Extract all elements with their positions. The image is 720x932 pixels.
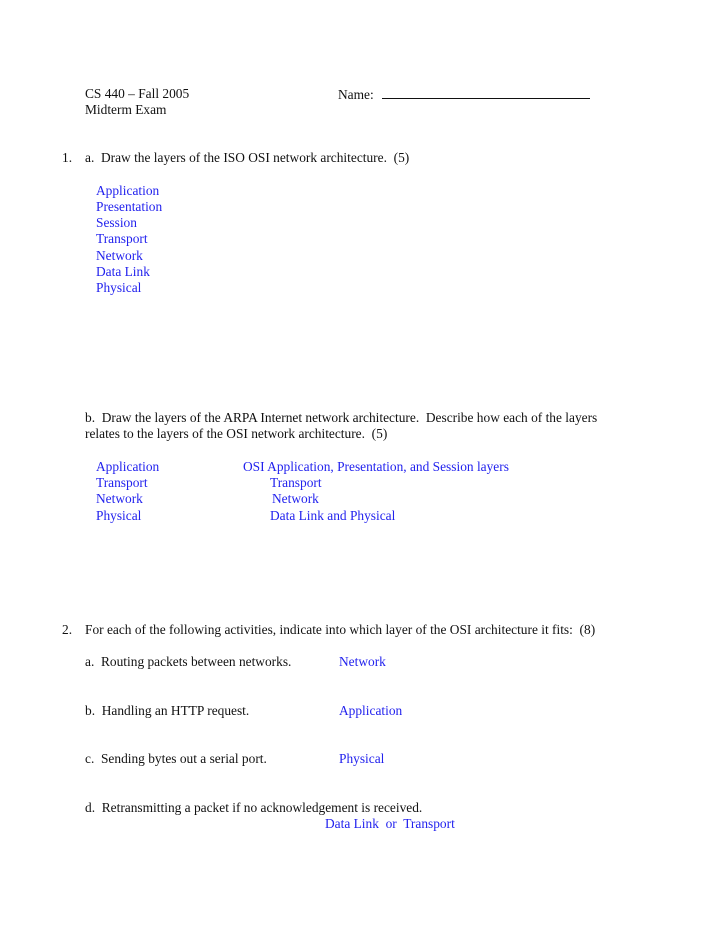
- q1b-layer: Physical: [96, 508, 142, 523]
- q1a-answer: Session: [96, 215, 137, 230]
- q1a-answer: Data Link: [96, 264, 150, 279]
- q1a-answer: Network: [96, 248, 143, 263]
- name-field: Name:: [338, 86, 590, 103]
- q1b-prompt-line1: b. Draw the layers of the ARPA Internet …: [85, 410, 598, 425]
- q2-item-answer: Network: [339, 654, 386, 669]
- course-title: CS 440 – Fall 2005: [85, 86, 190, 101]
- q1a-prompt: a. Draw the layers of the ISO OSI networ…: [85, 150, 410, 165]
- name-blank-line: [381, 86, 590, 99]
- q2-item-text: d. Retransmitting a packet if no acknowl…: [85, 800, 423, 815]
- q2-item-text: b. Handling an HTTP request.: [85, 703, 250, 718]
- q2-item-answer: Application: [339, 703, 403, 718]
- q2-item-answer: Physical: [339, 751, 385, 766]
- q1b-osi-mapping: OSI Application, Presentation, and Sessi…: [243, 459, 509, 474]
- q2-item-text: c. Sending bytes out a serial port.: [85, 751, 267, 766]
- q1a-answer: Presentation: [96, 199, 163, 214]
- q1b-layer: Network: [96, 491, 143, 506]
- q2-item-answer: Data Link or Transport: [325, 816, 455, 831]
- q1b-osi-mapping: Network: [272, 491, 319, 506]
- q1-number: 1.: [62, 150, 73, 165]
- q1b-layer: Transport: [96, 475, 148, 490]
- q1a-answer: Physical: [96, 280, 142, 295]
- q1b-prompt-line2: relates to the layers of the OSI network…: [85, 426, 388, 441]
- q2-number: 2.: [62, 622, 73, 637]
- q1b-layer: Application: [96, 459, 160, 474]
- q1b-osi-mapping: Transport: [270, 475, 322, 490]
- q1b-osi-mapping: Data Link and Physical: [270, 508, 396, 523]
- q1a-answer: Transport: [96, 231, 148, 246]
- q2-prompt: For each of the following activities, in…: [85, 622, 596, 637]
- q2-item-text: a. Routing packets between networks.: [85, 654, 292, 669]
- name-label: Name:: [338, 87, 374, 102]
- q1a-answer: Application: [96, 183, 160, 198]
- exam-title: Midterm Exam: [85, 102, 167, 117]
